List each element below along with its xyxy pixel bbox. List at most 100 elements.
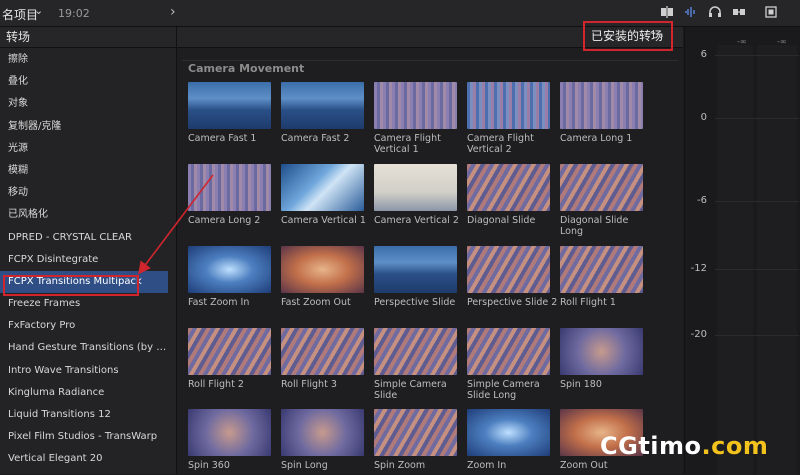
transition-thumbnail[interactable] <box>281 164 364 211</box>
transition-tile[interactable]: Spin Long <box>281 409 364 471</box>
transition-tile[interactable]: Simple Camera Slide Long <box>467 328 550 401</box>
transition-thumbnail[interactable] <box>281 328 364 375</box>
watermark-domain: .com <box>701 432 769 460</box>
transition-tile[interactable]: Roll Flight 2 <box>188 328 271 390</box>
sidebar-item[interactable]: 光源 <box>0 138 168 160</box>
transition-thumbnail[interactable] <box>467 328 550 375</box>
transition-tile[interactable]: Spin Zoom <box>374 409 457 471</box>
sidebar-item[interactable]: 叠化 <box>0 71 168 93</box>
transition-tile[interactable]: Roll Flight 3 <box>281 328 364 390</box>
sidebar-item[interactable]: Hand Gesture Transitions (by LLm... <box>0 337 168 359</box>
transition-tile[interactable]: Diagonal Slide Long <box>560 164 643 237</box>
transition-thumbnail[interactable] <box>374 328 457 375</box>
sidebar-item[interactable]: Kingluma Radiance <box>0 382 168 404</box>
transition-thumbnail[interactable] <box>560 164 643 211</box>
transition-tile[interactable]: Camera Vertical 1 <box>281 164 366 226</box>
transition-label: Roll Flight 2 <box>188 379 244 390</box>
transition-tile[interactable]: Diagonal Slide <box>467 164 550 226</box>
transition-thumbnail[interactable] <box>281 409 364 456</box>
top-toolbar: 名项目 ⌄ 19:02 › <box>0 0 800 27</box>
sidebar-item[interactable]: 移动 <box>0 182 168 204</box>
project-chevron-icon[interactable]: ⌄ <box>34 4 43 17</box>
meter-scale-label: 0 <box>700 112 707 123</box>
transition-thumbnail[interactable] <box>188 82 271 129</box>
transition-label: Perspective Slide <box>374 297 456 308</box>
transition-tile[interactable]: Fast Zoom In <box>188 246 271 308</box>
sidebar-item[interactable]: Pixel Film Studios - TransWarp <box>0 426 168 448</box>
transition-tile[interactable]: Camera Long 1 <box>560 82 643 144</box>
transition-thumbnail[interactable] <box>560 82 643 129</box>
transition-thumbnail[interactable] <box>188 246 271 293</box>
transition-tile[interactable]: Zoom In <box>467 409 550 471</box>
transition-label: Camera Flight Vertical 1 <box>374 133 441 155</box>
up-down-chevron-icon: ⌃⌄ <box>648 30 665 41</box>
sidebar-item[interactable]: FxFactory Pro <box>0 315 168 337</box>
transition-tile[interactable]: Camera Flight Vertical 2 <box>467 82 550 155</box>
sidebar-item[interactable]: FCPX Disintegrate <box>0 249 168 271</box>
transition-label: Spin Zoom <box>374 460 426 471</box>
transition-tile[interactable]: Camera Fast 1 <box>188 82 271 144</box>
transition-tile[interactable]: Camera Vertical 2 <box>374 164 459 226</box>
sidebar-item[interactable]: Freeze Frames <box>0 293 168 315</box>
category-list: 擦除 叠化 对象 复制器/克隆 光源 模糊 移动 已风格化 DPRED - CRYSTAL CL… <box>0 49 176 471</box>
timecode: 19:02 <box>58 7 90 20</box>
transition-thumbnail[interactable] <box>374 246 457 293</box>
sidebar-item[interactable]: Intro Wave Transitions <box>0 360 168 382</box>
split-view-icon[interactable] <box>660 6 674 18</box>
film-strip-icon[interactable] <box>764 6 778 18</box>
sidebar-item[interactable]: DPRED - CRYSTAL CLEAR <box>0 227 168 249</box>
transition-label: Simple Camera Slide <box>374 379 447 401</box>
transition-label: Spin 360 <box>188 460 230 471</box>
transition-label: Camera Flight Vertical 2 <box>467 133 534 155</box>
transition-thumbnail[interactable] <box>467 164 550 211</box>
transitions-sidebar: 转场 擦除 叠化 对象 复制器/克隆 光源 模糊 移动 已风格化 DPRED - CRYSTAL… <box>0 27 177 474</box>
sidebar-item[interactable]: 已风格化 <box>0 204 168 226</box>
transition-tile[interactable]: Spin 180 <box>560 328 643 390</box>
transition-tile[interactable]: Perspective Slide <box>374 246 457 308</box>
transition-tile[interactable]: Fast Zoom Out <box>281 246 364 308</box>
transition-thumbnail[interactable] <box>467 409 550 456</box>
forward-arrow-icon[interactable]: › <box>170 4 176 20</box>
meter-gridline <box>715 118 799 119</box>
transition-tile[interactable]: Perspective Slide 2 <box>467 246 557 308</box>
sidebar-item[interactable]: 对象 <box>0 93 168 115</box>
transition-thumbnail[interactable] <box>560 246 643 293</box>
sidebar-item[interactable]: 复制器/克隆 <box>0 116 168 138</box>
sidebar-item[interactable]: Vertical Elegant 20 <box>0 448 168 470</box>
sidebar-item[interactable]: 擦除 <box>0 49 168 71</box>
transition-thumbnail[interactable] <box>374 82 457 129</box>
transition-tile[interactable]: Camera Fast 2 <box>281 82 364 144</box>
project-name[interactable]: 名项目 <box>2 6 38 23</box>
transition-tile[interactable]: Spin 360 <box>188 409 271 471</box>
meter-gridline <box>715 55 799 56</box>
transition-label: Zoom In <box>467 460 507 471</box>
transition-thumbnail[interactable] <box>188 409 271 456</box>
installed-transitions-dropdown[interactable]: 已安装的转场 ⌃⌄ <box>583 21 673 51</box>
transition-thumbnail[interactable] <box>560 328 643 375</box>
transition-tile[interactable]: Camera Flight Vertical 1 <box>374 82 457 155</box>
headphones-icon[interactable] <box>708 6 722 18</box>
transition-label: Perspective Slide 2 <box>467 297 558 308</box>
meter-gridline <box>715 201 799 202</box>
sidebar-item[interactable]: Liquid Transitions 12 <box>0 404 168 426</box>
transitions-browser-icon[interactable] <box>732 6 746 18</box>
transition-tile[interactable]: Camera Long 2 <box>188 164 271 226</box>
transition-tile[interactable]: Roll Flight 1 <box>560 246 643 308</box>
transition-thumbnail[interactable] <box>374 409 457 456</box>
watermark-logo: CGtimo.com <box>600 432 768 460</box>
transition-label: Camera Long 2 <box>188 215 261 226</box>
transition-thumbnail[interactable] <box>467 246 550 293</box>
transition-tile[interactable]: Simple Camera Slide <box>374 328 457 401</box>
transition-thumbnail[interactable] <box>281 82 364 129</box>
sidebar-item[interactable]: 模糊 <box>0 160 168 182</box>
transition-thumbnail[interactable] <box>467 82 550 129</box>
transition-thumbnail[interactable] <box>281 246 364 293</box>
transition-label: Camera Vertical 1 <box>281 215 366 226</box>
audio-waveform-icon[interactable] <box>684 6 698 18</box>
transition-thumbnail[interactable] <box>188 328 271 375</box>
transition-label: Diagonal Slide <box>467 215 536 226</box>
transition-thumbnail[interactable] <box>374 164 457 211</box>
transition-thumbnail[interactable] <box>188 164 271 211</box>
meter-peak-right: -∞ <box>777 37 787 46</box>
audio-meter-panel: -∞ -∞ 6 0 -6 -12 -20 <box>684 27 800 475</box>
